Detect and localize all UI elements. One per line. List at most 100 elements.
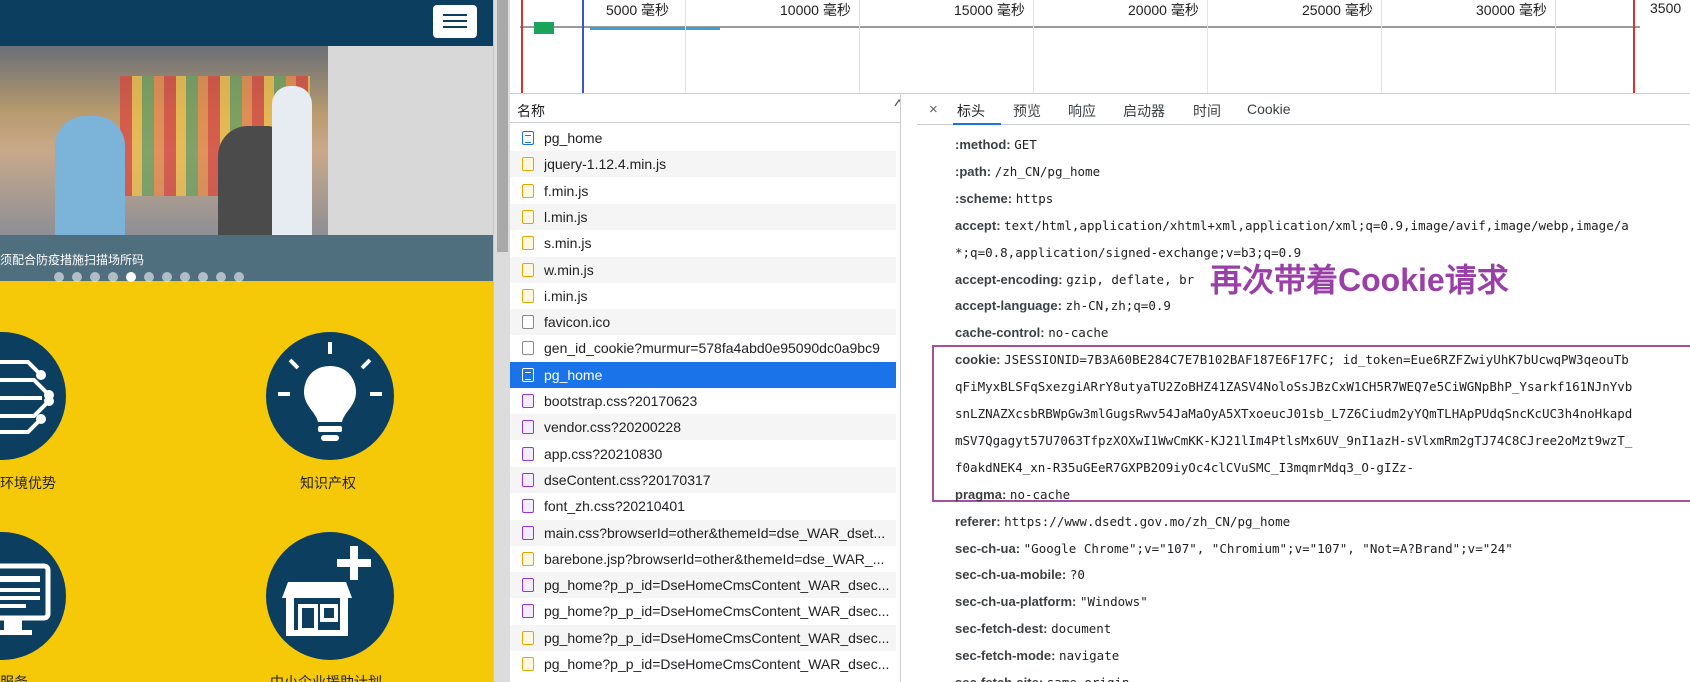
request-row[interactable]: main.css?browserId=other&themeId=dse_WAR… (510, 519, 896, 546)
header-key: sec-ch-ua: (955, 540, 1021, 556)
stylesheet-icon (522, 394, 534, 408)
header-row[interactable]: accept: text/html,application/xhtml+xml,… (955, 218, 1629, 233)
header-key: :scheme: (955, 190, 1013, 206)
hamburger-line (443, 14, 467, 16)
header-continuation[interactable]: snLZNAZXcsbRBWpGw3mlGugsRwv54JaMaOyA5XTx… (955, 406, 1632, 421)
script-icon (522, 262, 534, 277)
request-row[interactable]: dseContent.css?20170317 (510, 466, 896, 493)
carousel-caption: 须配合防疫措施扫描场所码 (0, 253, 145, 267)
header-value: "Windows" (1079, 594, 1148, 610)
tab-response[interactable]: 响应 (1068, 101, 1096, 121)
request-row[interactable]: f.min.js (510, 178, 896, 204)
menu-toggle-button[interactable] (433, 5, 477, 38)
header-row[interactable]: sec-fetch-dest: document (955, 621, 1111, 636)
circuit-icon[interactable] (0, 332, 66, 460)
request-row[interactable]: i.min.js (510, 283, 896, 309)
timeline-bar (534, 22, 554, 34)
header-row[interactable]: cache-control: no-cache (955, 325, 1108, 340)
script-icon (522, 630, 534, 645)
request-list-header[interactable]: 名称 (510, 95, 900, 123)
stylesheet-icon (522, 604, 534, 619)
add-shop-icon[interactable] (266, 532, 394, 660)
feature-label[interactable]: 环境优势 (0, 473, 56, 493)
carousel-dot[interactable] (72, 272, 82, 282)
carousel-dot-active[interactable] (126, 272, 136, 282)
carousel-dot[interactable] (234, 272, 244, 282)
header-row[interactable]: accept-encoding: gzip, deflate, br (955, 272, 1194, 287)
carousel-dot[interactable] (162, 272, 172, 282)
request-row[interactable]: bootstrap.css?20170623 (510, 388, 896, 414)
carousel-dot[interactable] (144, 272, 154, 282)
carousel-dot[interactable] (180, 272, 190, 282)
header-row[interactable]: :path: /zh_CN/pg_home (955, 164, 1100, 179)
header-row[interactable]: accept-language: zh-CN,zh;q=0.9 (955, 298, 1171, 313)
tab-initiator[interactable]: 启动器 (1123, 101, 1165, 121)
request-row[interactable]: w.min.js (510, 256, 896, 283)
request-row[interactable]: jquery-1.12.4.min.js (510, 151, 896, 178)
close-icon[interactable]: × (929, 101, 938, 118)
request-row[interactable]: s.min.js (510, 230, 896, 256)
document-icon (522, 131, 534, 145)
tab-preview[interactable]: 预览 (1013, 101, 1041, 121)
request-row[interactable]: barebone.jsp?browserId=other&themeId=dse… (510, 546, 896, 572)
carousel-dot[interactable] (198, 272, 208, 282)
computer-icon[interactable] (0, 532, 66, 660)
header-row[interactable]: :scheme: https (955, 191, 1053, 206)
request-row[interactable]: pg_home (510, 361, 896, 388)
lightbulb-icon[interactable] (266, 332, 394, 460)
header-row[interactable]: referer: https://www.dsedt.gov.mo/zh_CN/… (955, 514, 1290, 529)
header-continuation[interactable]: qFiMyxBLSFqSxezgiARrY8utyaTU2ZoBHZ41ZASV… (955, 379, 1632, 394)
header-key: cookie: (955, 352, 1001, 368)
tab-timing[interactable]: 时间 (1193, 101, 1221, 121)
header-row[interactable]: sec-ch-ua: "Google Chrome";v="107", "Chr… (955, 541, 1513, 556)
request-row[interactable]: favicon.ico (510, 309, 896, 336)
header-row[interactable]: sec-ch-ua-platform: "Windows" (955, 594, 1148, 609)
devtools-network-panel: 5000 毫秒 10000 毫秒 15000 毫秒 20000 毫秒 25000 毫秒 3… (510, 0, 1690, 682)
photo-person (55, 116, 125, 235)
request-row[interactable]: gen_id_cookie?murmur=578fa4abd0e95090dc0… (510, 335, 896, 361)
tab-headers[interactable]: 标头 (957, 101, 985, 121)
carousel-photo (0, 46, 328, 235)
name-column-header[interactable]: 名称 (517, 101, 545, 121)
request-row[interactable]: vendor.css?20200228 (510, 414, 896, 441)
carousel-dot[interactable] (216, 272, 226, 282)
website-scrollbar[interactable] (493, 0, 510, 682)
header-key: accept-language: (955, 298, 1062, 314)
carousel-dot[interactable] (108, 272, 118, 282)
header-row[interactable]: cookie: JSESSIONID=7B3A60BE284C7E7B102BA… (955, 352, 1629, 367)
tab-cookies[interactable]: Cookie (1247, 101, 1291, 117)
feature-label[interactable]: 中小企业援助计划 (270, 672, 382, 682)
request-row[interactable]: pg_home (510, 125, 896, 151)
header-row[interactable]: sec-ch-ua-mobile: ?0 (955, 567, 1085, 582)
timeline-gridline (1033, 0, 1034, 93)
stylesheet-icon (522, 472, 534, 487)
timeline-tick-label: 15000 毫秒 (954, 2, 1025, 18)
request-row[interactable]: app.css?20210830 (510, 441, 896, 467)
feature-label[interactable]: 服务 (0, 672, 28, 682)
network-timeline-overview[interactable]: 5000 毫秒 10000 毫秒 15000 毫秒 20000 毫秒 25000 毫秒 3… (510, 0, 1690, 94)
request-row[interactable]: pg_home?p_p_id=DseHomeCmsContent_WAR_dse… (510, 624, 896, 651)
feature-label[interactable]: 知识产权 (300, 473, 356, 493)
carousel-dot[interactable] (90, 272, 100, 282)
request-name: s.min.js (544, 235, 592, 252)
request-name: app.css?20210830 (544, 445, 663, 462)
header-row[interactable]: sec-fetch-mode: navigate (955, 648, 1119, 663)
header-row[interactable]: pragma: no-cache (955, 487, 1070, 502)
website-scrollbar-thumb[interactable] (497, 0, 508, 252)
header-row[interactable]: :method: GET (955, 137, 1037, 152)
active-tab-indicator (953, 123, 1001, 125)
annotation-text: 再次带着Cookie请求 (1210, 262, 1509, 298)
site-header (0, 0, 493, 46)
request-row[interactable]: l.min.js (510, 203, 896, 230)
request-row[interactable]: pg_home?p_p_id=DseHomeCmsContent_WAR_dse… (510, 651, 896, 677)
header-row[interactable]: sec-fetch-site: same-origin (955, 675, 1130, 682)
header-continuation[interactable]: f0akdNEK4_xn-R35uGEeR7GXPB2O9iyOc4clCVuS… (955, 460, 1414, 475)
carousel-dot[interactable] (54, 272, 64, 282)
request-row[interactable]: pg_home?p_p_id=DseHomeCmsContent_WAR_dse… (510, 598, 896, 624)
script-icon (522, 157, 534, 172)
request-row[interactable]: font_zh.css?20210401 (510, 493, 896, 519)
request-row[interactable]: pg_home?p_p_id=DseHomeCmsContent_WAR_dse… (510, 572, 896, 599)
header-continuation[interactable]: mSV7Qgagyt57U7063TfpzXOXwI1WwCmKK-KJ21lI… (955, 433, 1632, 448)
request-name: vendor.css?20200228 (544, 419, 681, 436)
request-name: bootstrap.css?20170623 (544, 393, 698, 409)
